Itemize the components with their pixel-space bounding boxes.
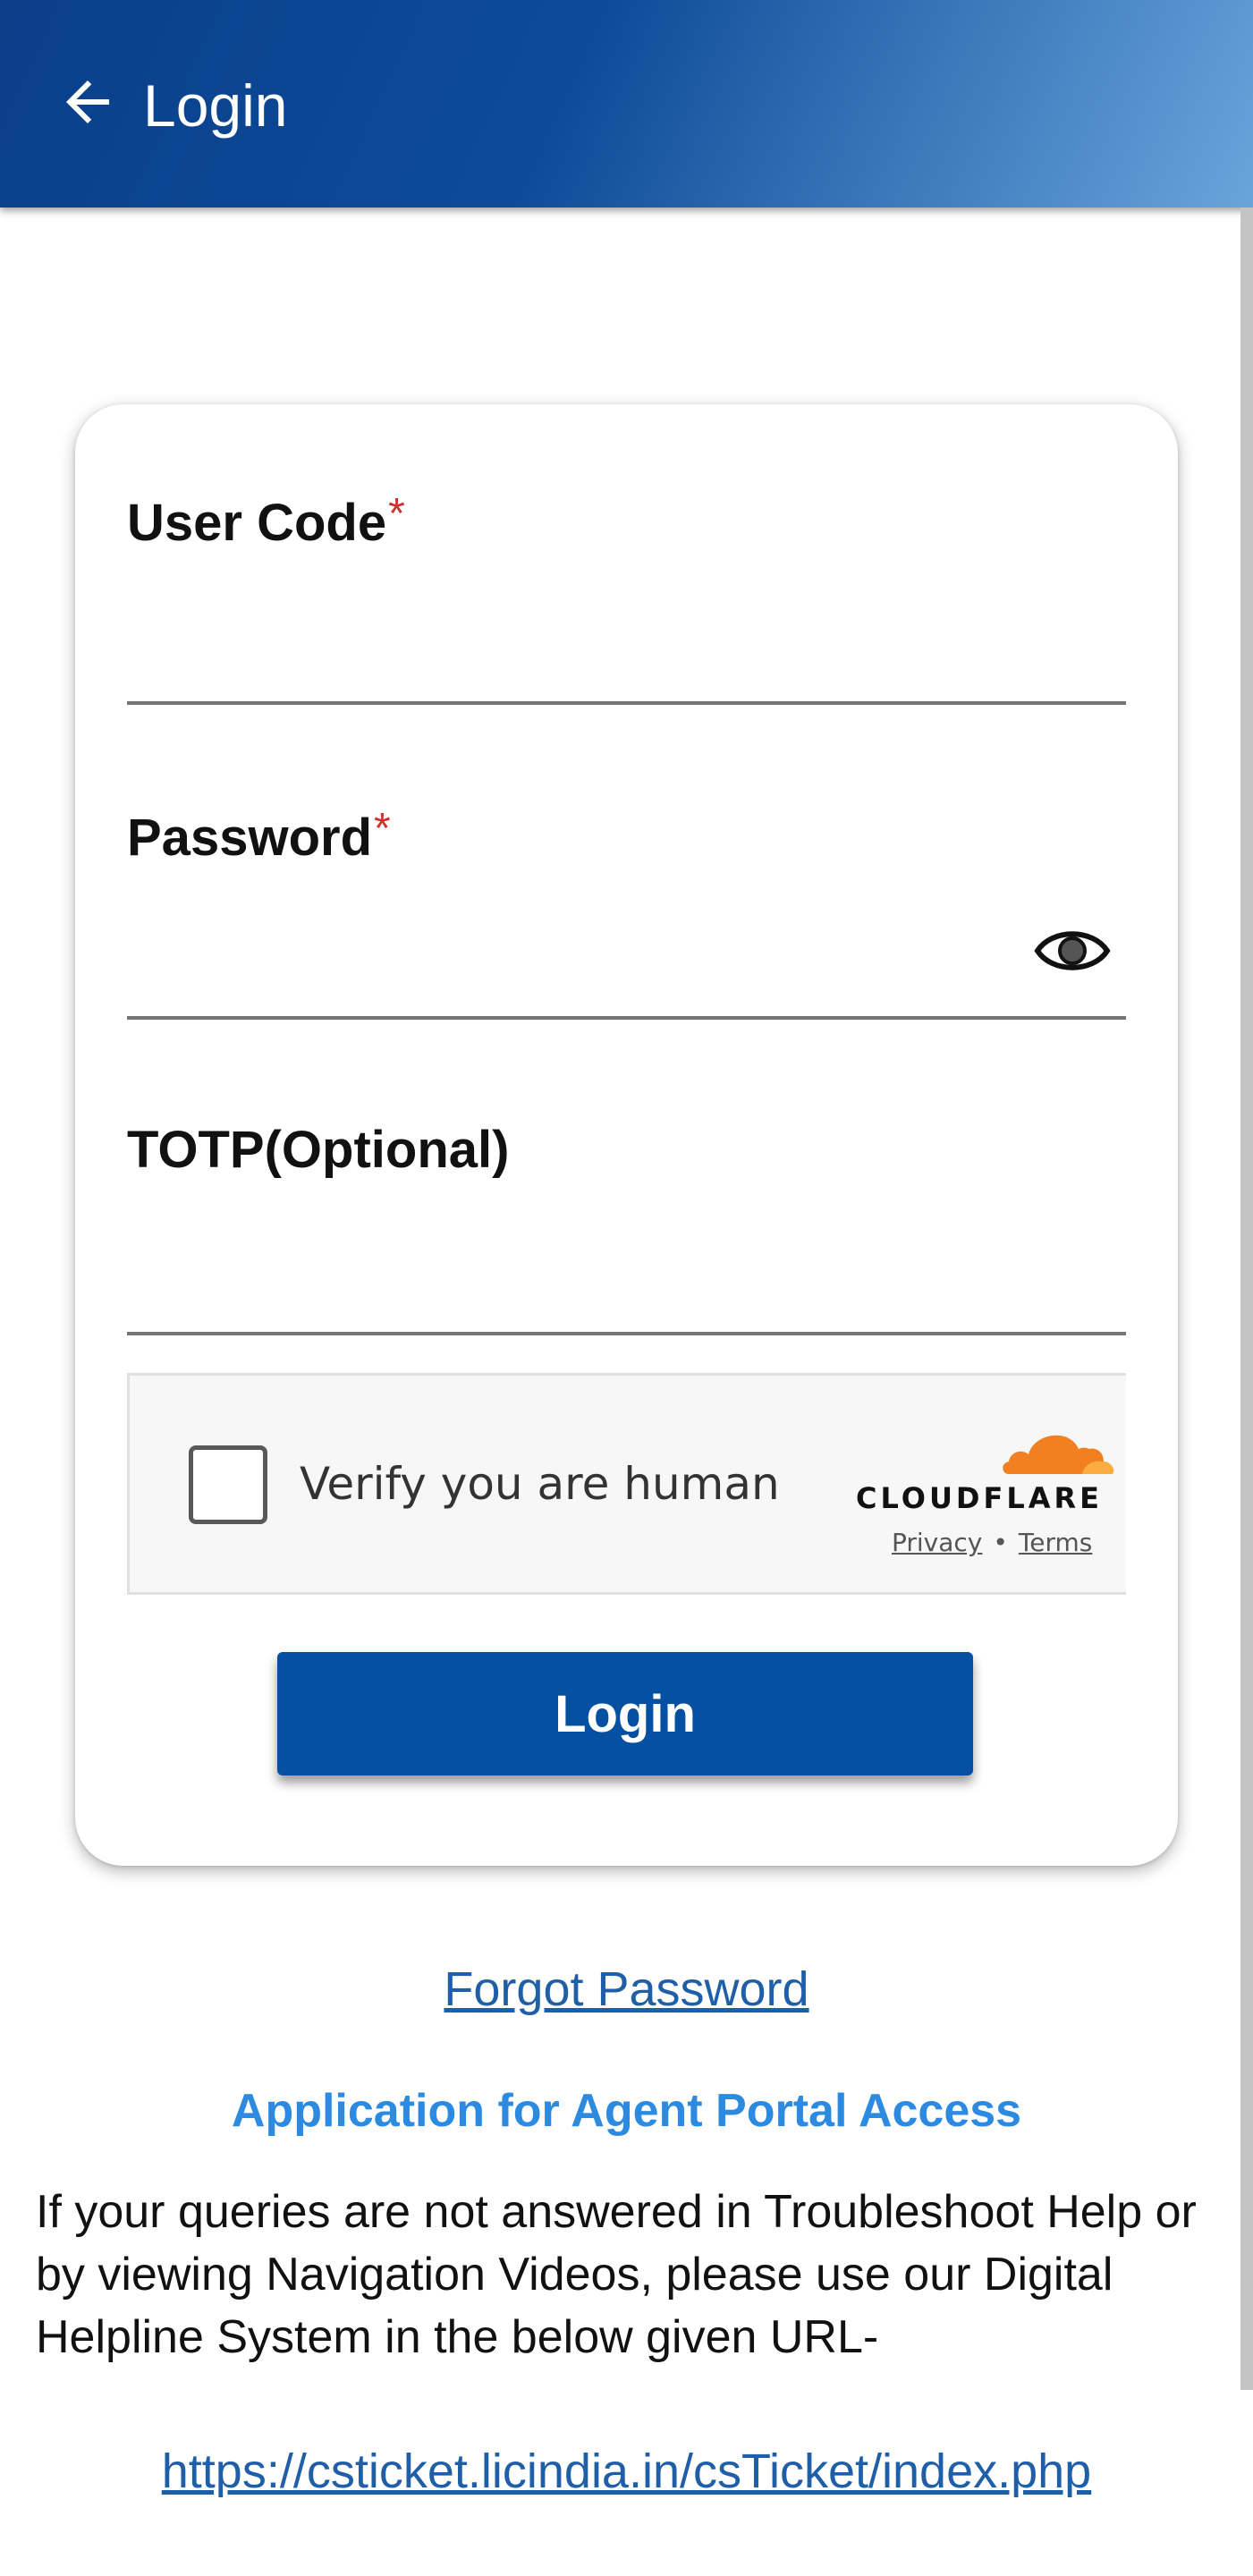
user-code-label: User Code*: [127, 489, 405, 553]
totp-label: TOTP(Optional): [127, 1121, 510, 1179]
password-label-text: Password: [127, 809, 372, 867]
password-underline: [127, 1016, 1126, 1020]
cloudflare-cloud-icon: [993, 1415, 1118, 1478]
app-bar: Login: [0, 0, 1253, 208]
password-input[interactable]: [127, 930, 1012, 1020]
terms-link[interactable]: Terms: [1019, 1528, 1092, 1557]
required-mark: *: [388, 490, 405, 538]
required-mark: *: [374, 805, 391, 852]
agent-portal-access-link[interactable]: Application for Agent Portal Access: [0, 2084, 1253, 2138]
captcha-widget: Verify you are human CLOUDFLARE Privacy •…: [127, 1373, 1126, 1595]
privacy-link[interactable]: Privacy: [892, 1528, 982, 1557]
link-separator: •: [993, 1528, 1008, 1557]
captcha-text: Verify you are human: [300, 1458, 780, 1510]
scrollbar[interactable]: [1240, 208, 1253, 2390]
user-code-input[interactable]: [127, 615, 1126, 705]
password-label: Password*: [127, 804, 391, 868]
login-button[interactable]: Login: [277, 1652, 973, 1775]
login-card: User Code* Password* TOTP(Optional) Veri…: [75, 404, 1178, 1866]
totp-input[interactable]: [127, 1246, 1126, 1335]
eye-icon[interactable]: [1032, 919, 1113, 982]
captcha-checkbox[interactable]: [189, 1445, 267, 1524]
captcha-links: Privacy • Terms: [892, 1528, 1092, 1557]
page-title: Login: [143, 72, 288, 139]
cloudflare-wordmark: CLOUDFLARE: [856, 1481, 1103, 1515]
back-arrow-icon[interactable]: [55, 70, 120, 134]
helpline-info-text: If your queries are not answered in Trou…: [36, 2186, 1197, 2363]
forgot-password-link[interactable]: Forgot Password: [0, 1962, 1253, 2017]
helpline-url-link[interactable]: https://csticket.licindia.in/csTicket/in…: [0, 2444, 1253, 2499]
user-code-label-text: User Code: [127, 494, 387, 552]
